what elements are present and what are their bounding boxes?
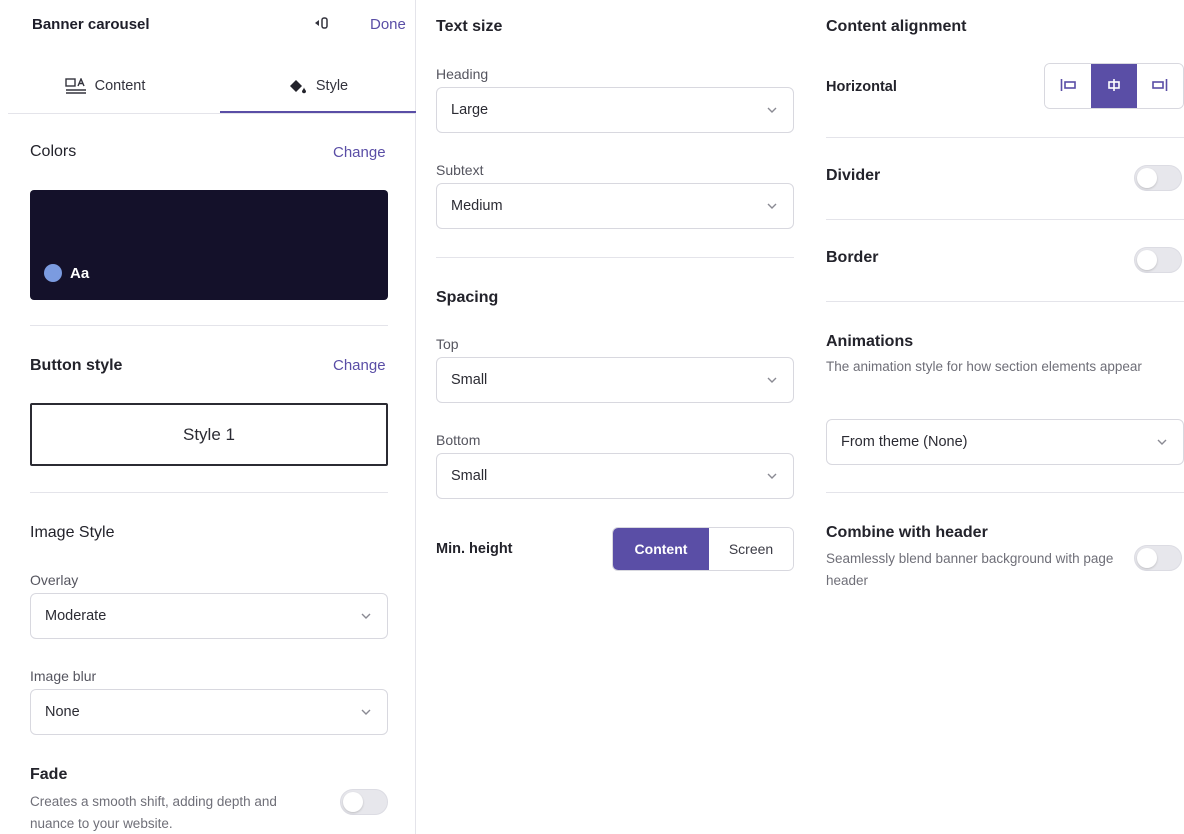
- min-height-screen-option[interactable]: Screen: [709, 528, 793, 570]
- content-layout-icon: [64, 78, 87, 94]
- tab-content[interactable]: Content: [0, 60, 210, 112]
- button-style-title: Button style: [30, 357, 123, 374]
- align-left-icon: [1060, 78, 1076, 95]
- animations-title: Animations: [826, 333, 914, 350]
- content-alignment-title: Content alignment: [826, 18, 967, 35]
- align-right-icon: [1152, 78, 1168, 95]
- bottom-spacing-value: Small: [451, 468, 488, 484]
- text-size-title: Text size: [436, 18, 503, 35]
- button-style-value: Style 1: [183, 424, 235, 444]
- top-spacing-select[interactable]: Small: [436, 357, 794, 403]
- back-panel-icon[interactable]: [314, 15, 330, 36]
- chevron-down-icon: [1155, 435, 1169, 449]
- colors-title: Colors: [30, 143, 77, 160]
- subtext-label: Subtext: [436, 162, 484, 178]
- divider-7: [826, 492, 1184, 493]
- bottom-spacing-label: Bottom: [436, 432, 481, 448]
- layout-panel: Content alignment Horizontal Divider Bor…: [826, 0, 1184, 834]
- bottom-spacing-select[interactable]: Small: [436, 453, 794, 499]
- image-blur-select[interactable]: None: [30, 689, 388, 735]
- chevron-down-icon: [765, 103, 779, 117]
- animations-description: The animation style for how section elem…: [826, 359, 1142, 374]
- toggle-knob: [1137, 250, 1157, 270]
- spacing-title: Spacing: [436, 289, 499, 306]
- border-label: Border: [826, 249, 879, 266]
- tabs-divider: [8, 113, 416, 114]
- image-blur-label: Image blur: [30, 668, 97, 684]
- chevron-down-icon: [765, 373, 779, 387]
- paint-bucket-icon: [288, 77, 308, 95]
- horizontal-alignment-control: [1044, 63, 1184, 109]
- subtext-size-value: Medium: [451, 198, 503, 214]
- divider-6: [826, 301, 1184, 302]
- divider-5: [826, 219, 1184, 220]
- min-height-label: Min. height: [436, 541, 513, 557]
- panel-title: Banner carousel: [32, 16, 150, 33]
- overlay-value: Moderate: [45, 608, 107, 624]
- divider-4: [826, 137, 1184, 138]
- image-style-title: Image Style: [30, 524, 115, 541]
- divider-label: Divider: [826, 167, 881, 184]
- divider-3: [436, 257, 794, 258]
- text-spacing-panel: Text size Heading Large Subtext Medium S…: [436, 0, 794, 834]
- colors-change-link[interactable]: Change: [333, 144, 386, 161]
- divider-toggle[interactable]: [1134, 165, 1182, 191]
- align-center-icon: [1106, 78, 1122, 95]
- top-spacing-label: Top: [436, 336, 459, 352]
- heading-label: Heading: [436, 66, 489, 82]
- align-center-button[interactable]: [1091, 64, 1137, 108]
- subtext-size-select[interactable]: Medium: [436, 183, 794, 229]
- chevron-down-icon: [765, 199, 779, 213]
- chevron-down-icon: [359, 705, 373, 719]
- fade-description: Creates a smooth shift, adding depth and…: [30, 794, 277, 831]
- heading-size-select[interactable]: Large: [436, 87, 794, 133]
- color-scheme-preview[interactable]: Aa: [30, 190, 388, 300]
- style-panel: Banner carousel Done Content Style Color…: [0, 0, 416, 834]
- overlay-select[interactable]: Moderate: [30, 593, 388, 639]
- fade-title: Fade: [30, 766, 68, 783]
- divider-1: [30, 325, 388, 326]
- divider-2: [30, 492, 388, 493]
- combine-header-title: Combine with header: [826, 524, 988, 541]
- fade-toggle[interactable]: [340, 789, 388, 815]
- toggle-knob: [343, 792, 363, 812]
- toggle-knob: [1137, 548, 1157, 568]
- button-style-change-link[interactable]: Change: [333, 357, 386, 374]
- combine-header-description: Seamlessly blend banner background with …: [826, 551, 1114, 588]
- horizontal-label: Horizontal: [826, 79, 897, 95]
- button-style-preview[interactable]: Style 1: [30, 403, 388, 466]
- heading-size-value: Large: [451, 102, 489, 118]
- chevron-down-icon: [765, 469, 779, 483]
- color-preview-text: Aa: [70, 265, 90, 282]
- tab-style-label: Style: [315, 78, 349, 94]
- min-height-content-option[interactable]: Content: [613, 528, 709, 570]
- align-right-button[interactable]: [1137, 64, 1183, 108]
- animations-select[interactable]: From theme (None): [826, 419, 1184, 465]
- color-dot: [44, 264, 62, 282]
- combine-header-toggle[interactable]: [1134, 545, 1182, 571]
- chevron-down-icon: [359, 609, 373, 623]
- done-button[interactable]: Done: [370, 16, 406, 33]
- animations-value: From theme (None): [841, 434, 968, 450]
- border-toggle[interactable]: [1134, 247, 1182, 273]
- top-spacing-value: Small: [451, 372, 488, 388]
- toggle-knob: [1137, 168, 1157, 188]
- align-left-button[interactable]: [1045, 64, 1091, 108]
- tab-content-label: Content: [94, 78, 146, 94]
- overlay-label: Overlay: [30, 572, 79, 588]
- min-height-segmented-control: Content Screen: [612, 527, 794, 571]
- image-blur-value: None: [45, 704, 80, 720]
- tab-style[interactable]: Style: [220, 60, 416, 112]
